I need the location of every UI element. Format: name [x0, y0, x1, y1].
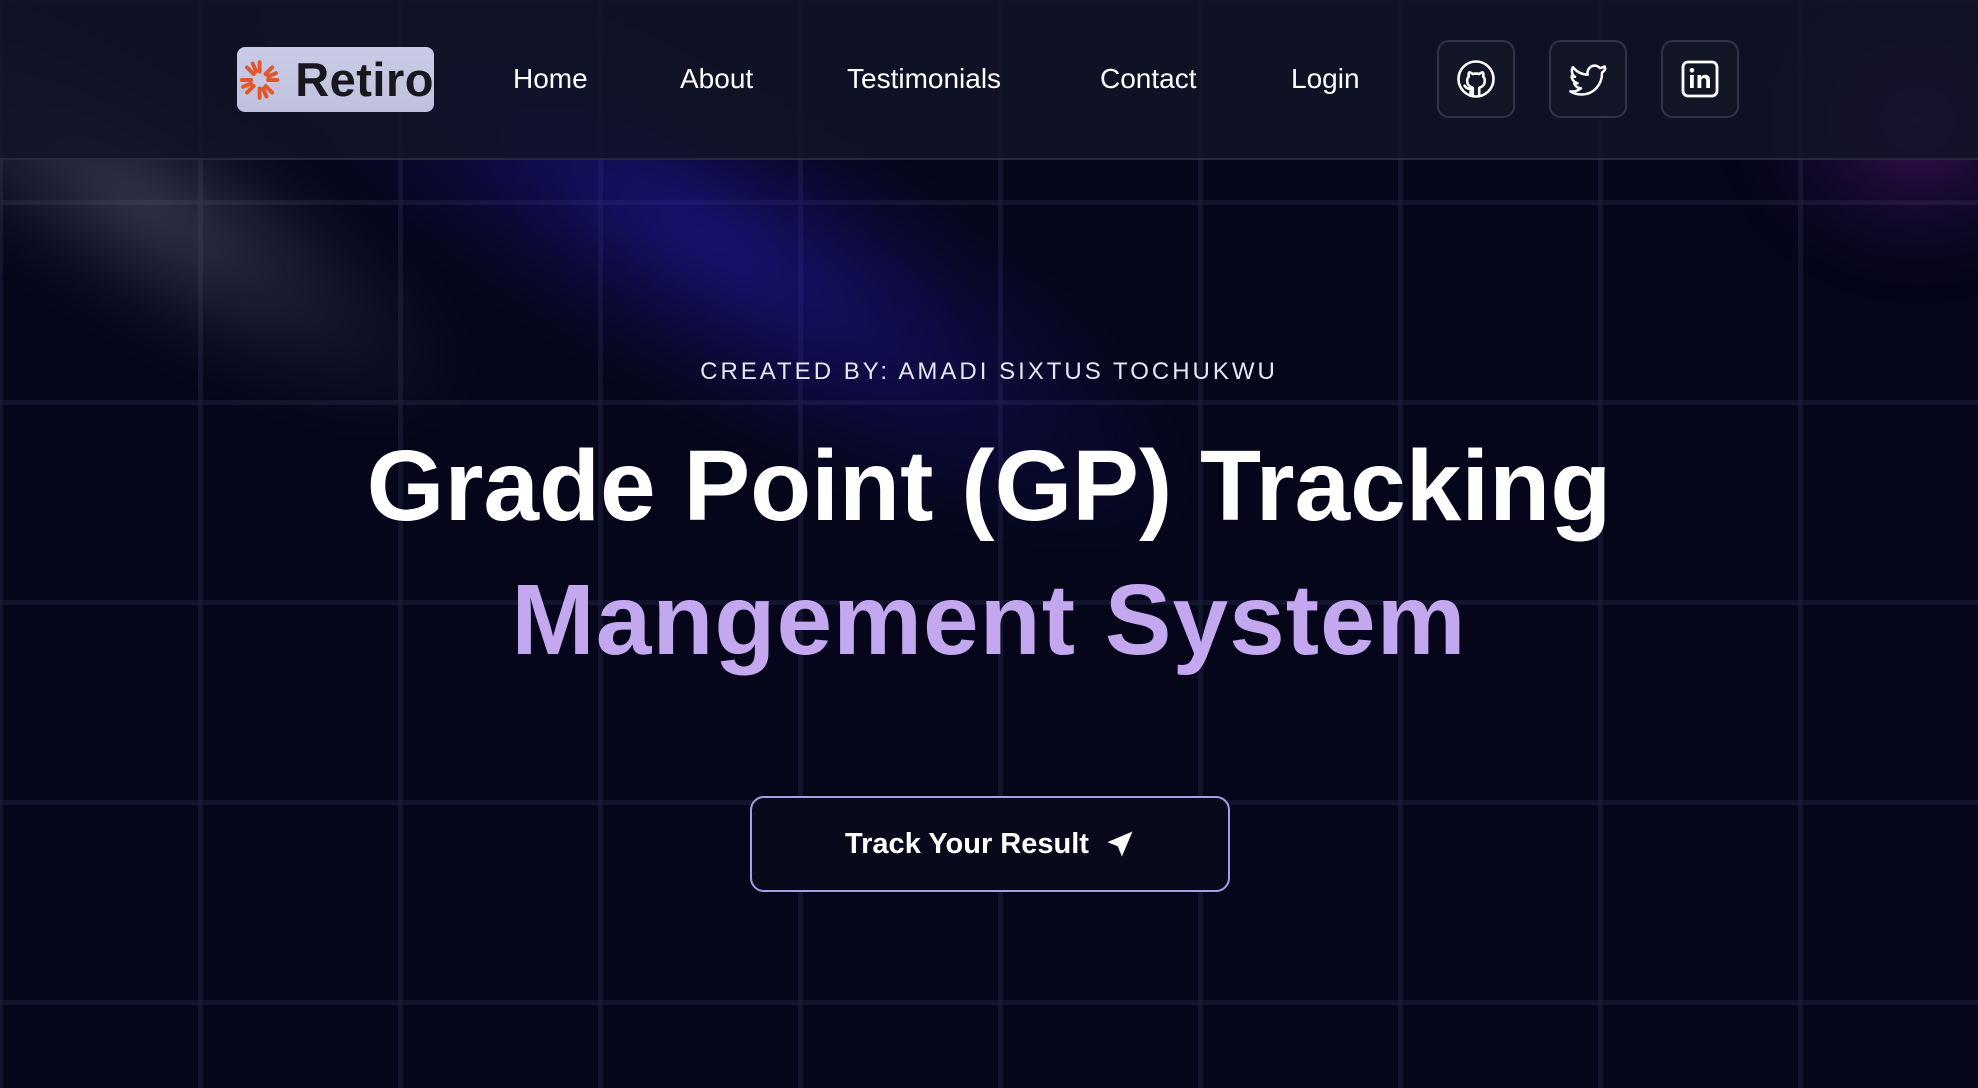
hero-title-line-1: Grade Point (GP) Tracking	[366, 430, 1612, 542]
paper-plane-icon	[1107, 831, 1133, 857]
linkedin-icon	[1681, 60, 1719, 98]
hero-title-line-2: Mangement System	[511, 564, 1467, 676]
site-header: Retiro Home About Testimonials Contact L…	[0, 0, 1978, 160]
hero-section: CREATED BY: AMADI SIXTUS TOCHUKWU Grade …	[0, 0, 1978, 1088]
nav-home[interactable]: Home	[513, 60, 588, 98]
nav-login[interactable]: Login	[1291, 60, 1360, 98]
sunburst-logo-icon	[239, 59, 280, 100]
github-icon	[1457, 60, 1495, 98]
github-button[interactable]	[1437, 40, 1515, 118]
hero-eyebrow: CREATED BY: AMADI SIXTUS TOCHUKWU	[700, 358, 1278, 385]
nav-contact[interactable]: Contact	[1100, 60, 1197, 98]
twitter-icon	[1569, 64, 1607, 96]
linkedin-button[interactable]	[1661, 40, 1739, 118]
twitter-button[interactable]	[1549, 40, 1627, 118]
logo-text: Retiro	[295, 53, 434, 106]
nav-testimonials[interactable]: Testimonials	[847, 60, 1001, 98]
nav-about[interactable]: About	[680, 60, 753, 98]
track-result-button-label: Track Your Result	[845, 827, 1089, 860]
track-result-button[interactable]: Track Your Result	[750, 796, 1230, 892]
logo[interactable]: Retiro	[237, 47, 434, 112]
